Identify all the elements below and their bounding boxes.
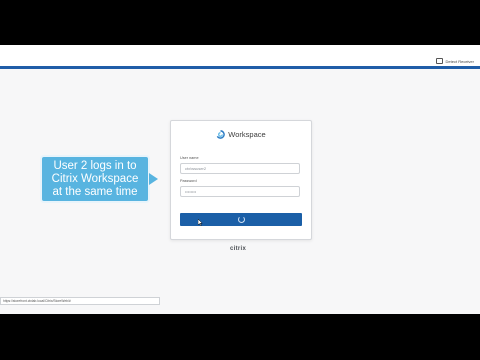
callout-line: at the same time bbox=[52, 186, 138, 198]
username-field[interactable]: ctx\wsuser2 bbox=[180, 163, 300, 174]
password-label: Password bbox=[180, 179, 197, 183]
callout-line: User 2 logs in to bbox=[53, 160, 137, 172]
login-card: Workspace User name ctx\wsuser2 Password… bbox=[170, 120, 312, 240]
loading-spinner-icon bbox=[238, 216, 245, 223]
username-label: User name bbox=[180, 156, 199, 160]
annotation-callout: User 2 logs in to Citrix Workspace at th… bbox=[40, 155, 150, 203]
status-bar-url: https://storefront.ctxlab.local/Citrix/S… bbox=[0, 297, 160, 305]
citrix-logo: citrix bbox=[230, 246, 247, 252]
workspace-title: Workspace bbox=[228, 130, 266, 139]
detect-receiver-label: Detect Receiver bbox=[445, 58, 474, 64]
top-bar: Detect Receiver bbox=[0, 45, 480, 67]
workspace-swirl-icon bbox=[217, 130, 226, 139]
browser-viewport: Detect Receiver Workspace User name ctx\… bbox=[0, 45, 480, 314]
monitor-icon bbox=[435, 58, 443, 64]
callout-pointer bbox=[149, 173, 158, 185]
detect-receiver-link[interactable]: Detect Receiver bbox=[435, 58, 474, 64]
mouse-cursor-icon bbox=[198, 219, 203, 226]
top-bar-accent-line bbox=[0, 66, 480, 69]
workspace-logo: Workspace bbox=[171, 130, 311, 139]
password-field[interactable]: •••••••• bbox=[180, 186, 300, 197]
callout-line: Citrix Workspace bbox=[51, 173, 139, 185]
